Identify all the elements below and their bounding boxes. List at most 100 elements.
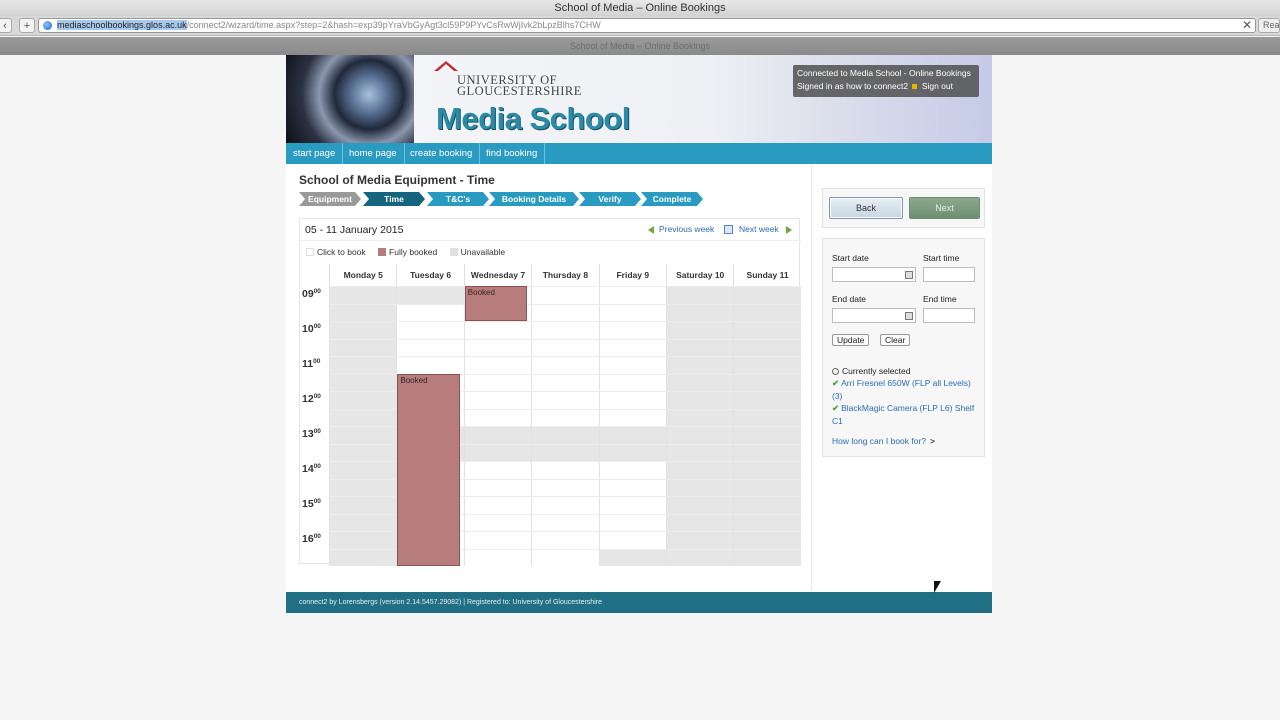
step-equipment[interactable]: Equipment <box>299 192 361 206</box>
time-slot[interactable] <box>463 548 532 566</box>
calendar-header: 05 - 11 January 2015 Previous week Next … <box>300 219 801 241</box>
time-slot[interactable] <box>463 391 532 409</box>
time-slot[interactable] <box>463 478 532 496</box>
time-slot[interactable] <box>531 321 599 339</box>
how-long-link[interactable]: How long can I book for? > <box>832 436 935 446</box>
time-slot[interactable] <box>531 408 599 426</box>
step-tcs[interactable]: T&C's <box>427 192 489 206</box>
nav-start-page[interactable]: start page <box>286 143 344 164</box>
hour-label: 1000 <box>302 323 321 335</box>
back-button[interactable]: Back <box>829 197 903 219</box>
step-time[interactable]: Time <box>363 192 425 206</box>
hour-label: 1400 <box>302 463 321 475</box>
step-verify[interactable]: Verify <box>579 192 641 206</box>
time-slot <box>329 286 397 304</box>
clear-button[interactable]: Clear <box>880 334 911 346</box>
selected-item-label[interactable]: BlackMagic Camera (FLP L6) Shelf C1 <box>832 403 974 426</box>
time-slot <box>463 426 532 444</box>
previous-arrow-icon[interactable] <box>648 226 654 234</box>
time-slot <box>733 496 801 514</box>
time-slot[interactable] <box>396 303 464 321</box>
time-slot[interactable] <box>531 303 599 321</box>
time-slot[interactable] <box>598 408 666 426</box>
sign-out-link[interactable]: Sign out <box>922 81 953 91</box>
time-slot[interactable] <box>598 338 666 356</box>
time-slot <box>733 338 801 356</box>
currently-selected-header: Currently selected <box>832 366 911 376</box>
time-slot[interactable] <box>598 373 666 391</box>
next-week-link[interactable]: Next week <box>739 224 779 234</box>
calendar-icon[interactable] <box>905 271 913 279</box>
time-slot[interactable] <box>531 286 599 304</box>
time-slot[interactable] <box>598 303 666 321</box>
time-slot[interactable] <box>598 461 666 479</box>
stop-load-icon[interactable]: ✕ <box>1242 18 1252 32</box>
time-slot[interactable] <box>598 356 666 374</box>
time-slot[interactable] <box>598 513 666 531</box>
nav-home-page[interactable]: home page <box>342 143 405 164</box>
time-slot[interactable] <box>531 461 599 479</box>
selected-item-label[interactable]: Arri Fresnel 650W (FLP all Levels) (3) <box>832 378 971 401</box>
lock-icon <box>912 84 918 89</box>
calendar-icon[interactable] <box>905 312 913 320</box>
selected-item[interactable]: ✔ BlackMagic Camera (FLP L6) Shelf C1 <box>832 402 982 427</box>
time-slot[interactable] <box>463 531 532 549</box>
next-arrow-icon[interactable] <box>786 226 792 234</box>
time-slot[interactable] <box>463 513 532 531</box>
time-slot[interactable] <box>531 356 599 374</box>
time-slot[interactable] <box>598 321 666 339</box>
time-slot <box>329 321 397 339</box>
time-slot[interactable] <box>463 408 532 426</box>
start-date-input[interactable] <box>832 267 916 282</box>
time-slot[interactable] <box>598 531 666 549</box>
time-slot[interactable] <box>598 391 666 409</box>
time-slot[interactable] <box>396 356 464 374</box>
selected-item[interactable]: ✔ Arri Fresnel 650W (FLP all Levels) (3) <box>832 377 982 402</box>
hour-value: 14 <box>302 463 314 475</box>
time-slot[interactable] <box>531 478 599 496</box>
start-time-input[interactable] <box>923 267 975 282</box>
time-slot <box>329 408 397 426</box>
time-slot[interactable] <box>396 321 464 339</box>
nav-find-booking[interactable]: find booking <box>479 143 546 164</box>
reader-button[interactable]: Rea <box>1258 18 1280 33</box>
time-slot[interactable] <box>463 461 532 479</box>
step-complete[interactable]: Complete <box>641 192 703 206</box>
end-time-input[interactable] <box>923 308 975 323</box>
step-booking-details[interactable]: Booking Details <box>489 192 579 206</box>
next-button[interactable]: Next <box>909 197 980 219</box>
time-slot[interactable] <box>531 373 599 391</box>
time-slot[interactable] <box>531 513 599 531</box>
time-slot[interactable] <box>531 391 599 409</box>
time-slot[interactable] <box>598 286 666 304</box>
time-slot[interactable] <box>531 338 599 356</box>
time-slot[interactable] <box>396 338 464 356</box>
address-bar[interactable]: mediaschoolbookings.glos.ac.uk/connect2/… <box>38 18 1256 33</box>
time-slot[interactable] <box>531 496 599 514</box>
update-button[interactable]: Update <box>832 334 870 346</box>
time-slot[interactable] <box>598 478 666 496</box>
minute-value: 00 <box>313 498 321 505</box>
time-slot[interactable] <box>598 496 666 514</box>
time-slot <box>666 461 734 479</box>
new-tab-button[interactable]: + <box>19 18 35 33</box>
calendar-icon[interactable] <box>724 225 733 234</box>
back-nav-button[interactable]: ‹ <box>0 18 12 33</box>
time-slot[interactable] <box>531 548 599 566</box>
end-date-input[interactable] <box>832 308 916 323</box>
time-slot <box>666 513 734 531</box>
time-slot[interactable] <box>531 531 599 549</box>
time-slot[interactable] <box>463 321 532 339</box>
nav-create-booking[interactable]: create booking <box>403 143 481 164</box>
previous-week-link[interactable]: Previous week <box>659 224 714 234</box>
tab-title[interactable]: School of Media – Online Bookings <box>0 37 1280 55</box>
hour-value: 16 <box>302 533 314 545</box>
time-slot[interactable] <box>463 373 532 391</box>
mouse-cursor <box>934 581 941 593</box>
time-slot <box>329 531 397 549</box>
how-long-label[interactable]: How long can I book for? <box>832 436 926 446</box>
time-slot[interactable] <box>463 356 532 374</box>
time-slot[interactable] <box>463 338 532 356</box>
time-slot[interactable] <box>463 496 532 514</box>
start-date-label: Start date <box>832 253 869 263</box>
